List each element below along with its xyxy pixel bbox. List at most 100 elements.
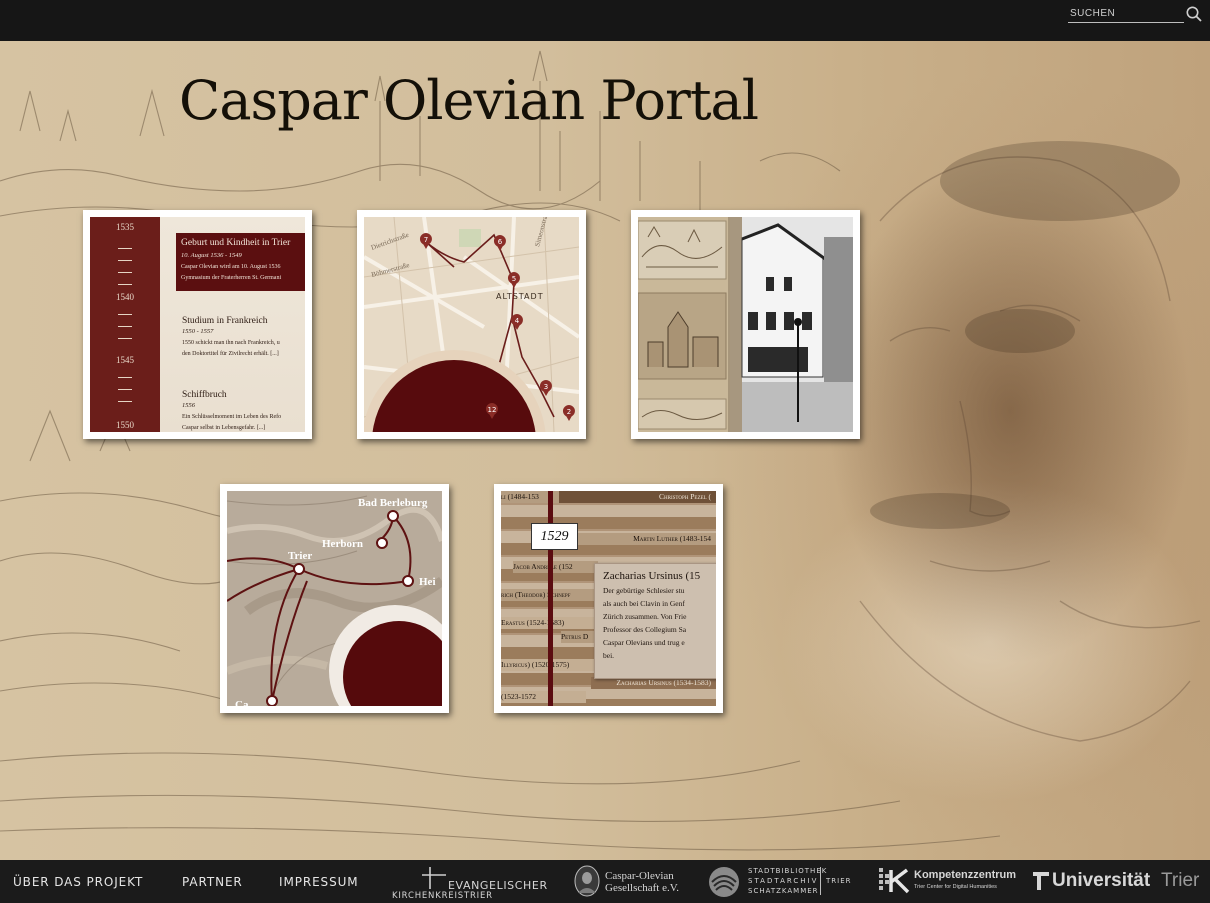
place-label: Ca: [235, 699, 249, 706]
tile-persons-timeline[interactable]: li (1484-153 Christoph Pezel ( Martin Lu…: [494, 484, 723, 713]
timeline-event: Schiffbruch 1556 Ein Schlüsselmoment im …: [182, 389, 305, 432]
timeline-year-bar: 1535 1540 1545 1550: [90, 217, 160, 432]
popup-text: Zürich zusammen. Von Frie: [603, 612, 687, 621]
logo-text: TRIER: [826, 877, 852, 885]
university-emblem-icon: [1033, 872, 1049, 890]
popup-text: bei.: [603, 651, 615, 660]
places-map-graphic: Bad Berleburg Herborn Trier Hei Ca: [227, 491, 442, 706]
timeline-year-label: 1540: [90, 292, 160, 302]
event-date: 1556: [182, 402, 195, 409]
place-marker: [387, 510, 399, 522]
tile-preview: Dietrichstraße Böhmerstraße Simeonstraße…: [364, 217, 579, 432]
search-button[interactable]: [1184, 5, 1204, 25]
timeline-year-label: 1535: [90, 222, 160, 232]
person-popup: Zacharias Ursinus (15 Der gebürtige Schl…: [594, 563, 716, 679]
person-bar: (1523-1572: [501, 691, 586, 703]
event-date: 10. August 1536 - 1549: [181, 252, 242, 259]
event-text: 1550 schickt man ihn nach Frankreich, u: [182, 340, 280, 346]
timeline-event-highlight: Geburt und Kindheit in Trier 10. August …: [176, 233, 305, 291]
timeline-tick: [118, 314, 132, 315]
event-text: Caspar Olevian wird am 10. August 1536: [181, 264, 281, 270]
event-text: Caspar selbst in Lebensgefahr. [...]: [182, 425, 266, 431]
place-label: Hei: [419, 576, 436, 588]
event-heading: Geburt und Kindheit in Trier: [181, 238, 291, 248]
background-engraving: [0, 50, 1201, 851]
logo-caspar-olevian-gesellschaft[interactable]: Caspar-Olevian Gesellschaft e.V.: [574, 864, 684, 900]
spiral-emblem-icon: [709, 867, 739, 897]
map-marker-number: 5: [512, 275, 516, 283]
tile-preview: Bad Berleburg Herborn Trier Hei Ca: [227, 491, 442, 706]
timeline-events: Geburt und Kindheit in Trier 10. August …: [160, 217, 305, 432]
timeline-year-label: 1545: [90, 355, 160, 365]
tile-preview: 1535 1540 1545 1550 Geburt und Kindheit …: [90, 217, 305, 432]
map-marker-number: 4: [515, 317, 520, 325]
event-text: Ein Schlüsselmoment im Leben des Refo: [182, 414, 282, 420]
search-box: [1068, 5, 1204, 25]
logo-divider: [820, 867, 821, 895]
event-text: den Doktortitel für Zivilrecht erhält. […: [182, 351, 279, 357]
popup-text: als auch bei Clavin in Genf: [603, 599, 685, 608]
city-map-graphic: Dietrichstraße Böhmerstraße Simeonstraße…: [364, 217, 579, 432]
logo-text: Universität: [1052, 870, 1151, 891]
place-label: Trier: [288, 550, 312, 562]
nav-link-about[interactable]: ÜBER DAS PROJEKT: [13, 875, 143, 889]
year-cursor-label: 1529: [531, 523, 578, 550]
timeline-tick: [118, 272, 132, 273]
popup-heading: Zacharias Ursinus (15: [603, 570, 701, 582]
tile-historic-images[interactable]: [631, 210, 860, 439]
logo-text: SCHATZKAMMER: [748, 887, 819, 895]
logo-kompetenzzentrum[interactable]: Kompetenzzentrum Trier Center for Digita…: [879, 867, 1016, 897]
map-marker-number: 12: [488, 406, 497, 414]
timeline-tick: [118, 377, 132, 378]
tile-places-map[interactable]: Bad Berleburg Herborn Trier Hei Ca: [220, 484, 449, 713]
map-marker-number: 3: [544, 383, 548, 391]
portrait-medallion-icon: [574, 865, 600, 897]
street-label: Simeonstraße: [533, 217, 551, 248]
timeline-tick: [118, 401, 132, 402]
street-label: Dietrichstraße: [370, 231, 410, 252]
timeline-tick: [118, 248, 132, 249]
person-bar: Jacob Andreae (152: [513, 561, 598, 573]
map-marker-number: 2: [567, 408, 571, 416]
logo-universitaet-trier[interactable]: Universität Trier: [1033, 870, 1203, 896]
footer: ÜBER DAS PROJEKT PARTNER IMPRESSUM EVANG…: [0, 860, 1210, 903]
logo-text: STADTARCHIV: [748, 877, 819, 885]
tile-preview: [638, 217, 853, 432]
popup-text: Caspar Olevians und trug e: [603, 638, 685, 647]
timeline-tick: [118, 326, 132, 327]
person-bar: Martin Luther (1483-154: [571, 533, 716, 545]
timeline-event: Studium in Frankreich 1550 - 1557 1550 s…: [182, 315, 305, 358]
event-text: Gymnasium der Fraterherren St. Germani: [181, 275, 282, 281]
tile-biography-timeline[interactable]: 1535 1540 1545 1550 Geburt und Kindheit …: [83, 210, 312, 439]
logo-text: Kompetenzzentrum: [914, 869, 1017, 881]
district-label: ALTSTADT: [496, 292, 544, 301]
search-icon: [1186, 6, 1202, 22]
logo-stadtbibliothek-trier[interactable]: STADTBIBLIOTHEK STADTARCHIV SCHATZKAMMER…: [707, 865, 857, 899]
nav-link-impressum[interactable]: IMPRESSUM: [279, 875, 359, 889]
logo-text: Caspar-Olevian: [605, 870, 674, 882]
place-label: Bad Berleburg: [358, 497, 428, 509]
logo-evangelischer-kirchenkreis[interactable]: EVANGELISCHER KIRCHENKREISTRIER: [392, 865, 552, 901]
map-marker-number: 6: [498, 238, 503, 246]
logo-text: Trier: [1161, 870, 1200, 891]
search-input[interactable]: [1068, 5, 1184, 23]
top-bar: [0, 0, 1210, 41]
timeline-year-label: 1550: [90, 420, 160, 430]
timeline-tick: [118, 389, 132, 390]
page-title: Caspar Olevian Portal: [179, 69, 759, 132]
popup-text: Professor des Collegium Sa: [603, 625, 687, 634]
event-date: 1550 - 1557: [182, 328, 214, 335]
person-bar: Christoph Pezel (: [559, 491, 716, 503]
image-collage: [638, 217, 853, 432]
nav-link-partner[interactable]: PARTNER: [182, 875, 243, 889]
place-marker: [266, 695, 278, 706]
timeline-tick: [118, 338, 132, 339]
place-marker: [293, 563, 305, 575]
logo-text: Trier Center for Digital Humanities: [914, 884, 997, 890]
timeline-tick: [118, 260, 132, 261]
person-bar: Petrus D: [561, 631, 596, 643]
event-heading: Studium in Frankreich: [182, 316, 268, 326]
timeline-tick: [118, 284, 132, 285]
logo-text: Gesellschaft e.V.: [605, 882, 680, 894]
tile-city-map[interactable]: Dietrichstraße Böhmerstraße Simeonstraße…: [357, 210, 586, 439]
